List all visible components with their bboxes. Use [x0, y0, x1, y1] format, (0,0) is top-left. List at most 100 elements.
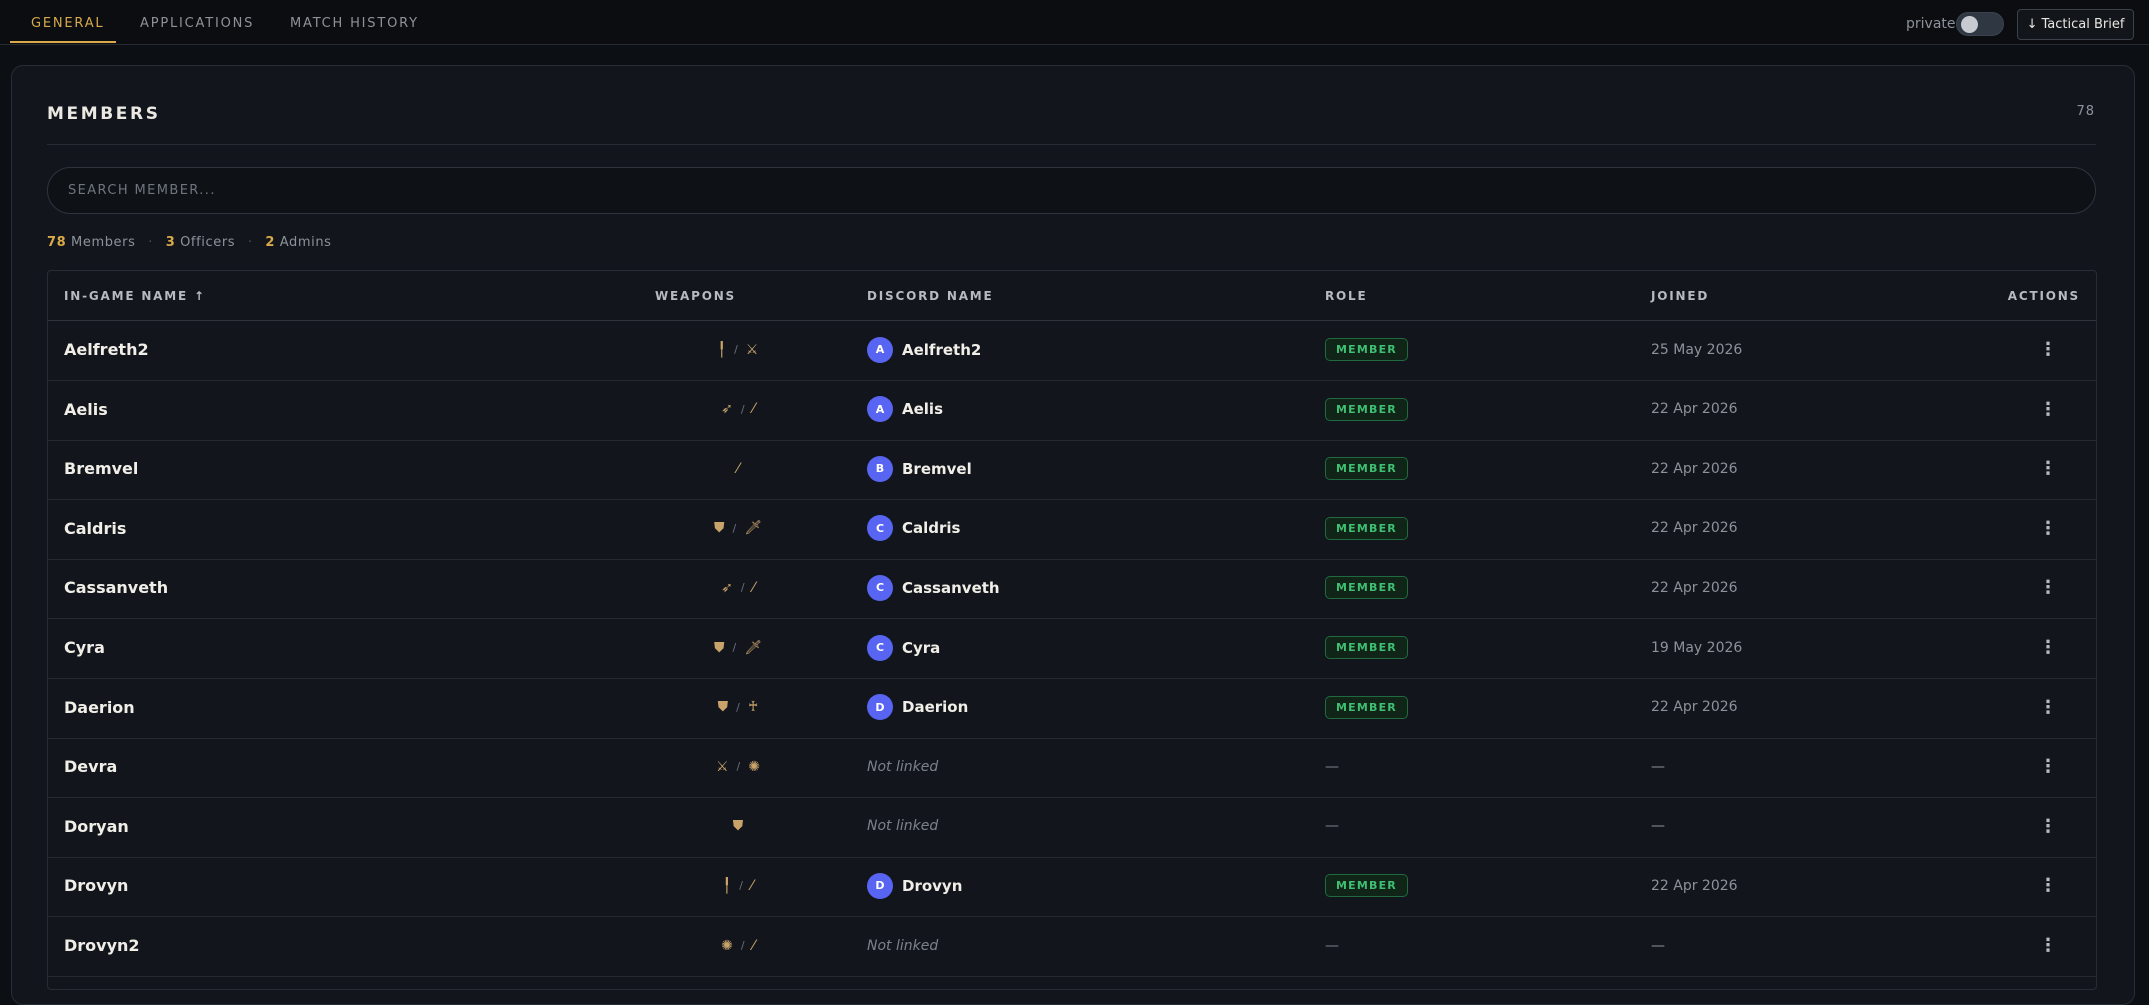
admins-stat-count: 2	[265, 235, 275, 250]
tab-general[interactable]: GENERAL	[31, 0, 104, 44]
row-actions-menu-icon[interactable]: ⋮	[2038, 916, 2058, 975]
row-actions-menu-icon[interactable]: ⋮	[2038, 380, 2058, 439]
role-cell: —	[1325, 797, 1339, 856]
weapon-separator: /	[736, 700, 740, 714]
avatar: C	[867, 515, 893, 542]
table-row[interactable]: Aelfreth2 ╿ / ⚔ A Aelfreth2 MEMBER 25 May 2026 ⋮	[48, 320, 2096, 381]
tactical-brief-button[interactable]: ↓ Tactical Brief	[2017, 9, 2134, 40]
role-cell: MEMBER	[1325, 320, 1408, 379]
role-cell: MEMBER	[1325, 380, 1408, 439]
table-row[interactable]: Cassanveth ➶ / ⁄ C Cassanveth MEMBER 22 Apr 202…	[48, 558, 2096, 620]
discord-cell: C Cyra	[867, 618, 940, 677]
tab-applications[interactable]: APPLICATIONS	[140, 0, 254, 44]
not-linked-label: Not linked	[867, 758, 939, 775]
discord-cell: D Daerion	[867, 678, 968, 737]
weapon-separator: /	[732, 641, 737, 654]
table-row[interactable]: Bremvel ⁄ B Bremvel MEMBER 22 Apr 2026 ⋮	[48, 439, 2096, 501]
top-tab-bar: GENERAL APPLICATIONS MATCH HISTORY priva…	[0, 0, 2149, 45]
staff-icon: ⁄	[750, 877, 754, 894]
row-actions-menu-icon[interactable]: ⋮	[2038, 797, 2058, 856]
officers-stat-label: Officers	[180, 235, 236, 250]
staff-icon: ⁄	[736, 460, 740, 477]
in-game-name: Doryan	[64, 816, 129, 836]
role-cell: MEMBER	[1325, 678, 1408, 737]
not-linked-label: Not linked	[867, 818, 939, 835]
joined-date: 22 Apr 2026	[1651, 699, 1738, 716]
joined-date: —	[1651, 937, 1665, 954]
in-game-name: Aelis	[64, 399, 108, 419]
table-row[interactable]: Aelis ➶ / ⁄ A Aelis MEMBER 22 Apr 2026 ⋮	[48, 380, 2096, 441]
staff-icon: ⁄	[752, 579, 755, 596]
role-badge: MEMBER	[1325, 576, 1408, 600]
role-cell: MEMBER	[1325, 558, 1408, 617]
weapons-cell: ⛊	[668, 797, 808, 856]
role-badge: MEMBER	[1325, 338, 1408, 361]
orb-icon: ✺	[721, 937, 733, 954]
table-row[interactable]: Doryan ⛊ Not linked — — ⋮	[48, 797, 2096, 858]
weapon-separator: /	[734, 343, 738, 356]
row-actions-menu-icon[interactable]: ⋮	[2038, 499, 2058, 558]
table-row[interactable]: Caldris ⛊ / 🗡 C Caldris MEMBER 22 Apr 2026 ⋮	[48, 499, 2096, 560]
discord-name: Caldris	[902, 519, 961, 538]
avatar: D	[867, 694, 893, 721]
table-row[interactable]: Drovyn2 ✺ / ⁄ Not linked — — ⋮	[48, 916, 2096, 977]
shield-icon: ⛊	[714, 639, 725, 656]
member-stats: 78 Members · 3 Officers · 2 Admins	[47, 235, 332, 250]
weapons-cell: ⛊ / ♰	[668, 678, 808, 737]
table-header: IN-GAME NAME ↑ WEAPONS DISCORD NAME ROLE…	[48, 271, 2096, 321]
bow-icon: ➶	[721, 579, 733, 596]
role-badge: MEMBER	[1325, 397, 1408, 421]
weapons-cell: ╿ / ⁄	[668, 856, 808, 915]
private-toggle[interactable]	[1956, 12, 2004, 36]
row-actions-menu-icon[interactable]: ⋮	[2038, 618, 2058, 677]
role-empty: —	[1325, 758, 1339, 775]
column-header-ign[interactable]: IN-GAME NAME ↑	[64, 289, 206, 303]
row-actions-menu-icon[interactable]: ⋮	[2038, 856, 2058, 915]
joined-date: —	[1651, 758, 1665, 775]
role-cell: MEMBER	[1325, 499, 1408, 558]
discord-name: Cyra	[902, 638, 941, 657]
staff-icon: ⁄	[752, 937, 755, 954]
in-game-name: Aelfreth2	[64, 340, 149, 359]
table-row[interactable]: Devra ⚔ / ✺ Not linked — — ⋮	[48, 737, 2096, 799]
role-empty: —	[1325, 818, 1339, 835]
shield-icon: ⛊	[717, 699, 729, 716]
role-cell: —	[1325, 737, 1339, 796]
in-game-name: Bremvel	[64, 459, 139, 479]
divider	[47, 144, 2096, 145]
download-arrow-icon: ↓	[2026, 17, 2038, 32]
discord-name: Aelfreth2	[902, 340, 982, 359]
table-row[interactable]: Drovyn ╿ / ⁄ D Drovyn MEMBER 22 Apr 2026 ⋮	[48, 856, 2096, 918]
avatar: C	[867, 574, 893, 601]
row-actions-menu-icon[interactable]: ⋮	[2038, 737, 2058, 796]
weapons-cell: ╿ / ⚔	[668, 320, 808, 379]
avatar: A	[867, 396, 893, 423]
role-badge: MEMBER	[1325, 874, 1408, 898]
table-row[interactable]: Daerion ⛊ / ♰ D Daerion MEMBER 22 Apr 2026 ⋮	[48, 678, 2096, 739]
tab-match-history[interactable]: MATCH HISTORY	[290, 0, 419, 44]
row-actions-menu-icon[interactable]: ⋮	[2038, 439, 2058, 498]
joined-date: 22 Apr 2026	[1651, 460, 1738, 477]
in-game-name: Cyra	[64, 638, 105, 657]
in-game-name: Cassanveth	[64, 578, 169, 598]
discord-name: Drovyn	[902, 876, 963, 895]
staff-icon: ⁄	[752, 401, 755, 418]
joined-date: 19 May 2026	[1651, 639, 1743, 656]
members-table: IN-GAME NAME ↑ WEAPONS DISCORD NAME ROLE…	[47, 270, 2097, 990]
row-actions-menu-icon[interactable]: ⋮	[2038, 320, 2058, 379]
row-actions-menu-icon[interactable]: ⋮	[2038, 678, 2058, 737]
role-badge: MEMBER	[1325, 636, 1408, 659]
table-row[interactable]: Cyra ⛊ / 🗡 C Cyra MEMBER 19 May 2026 ⋮	[48, 618, 2096, 679]
role-badge: MEMBER	[1325, 695, 1408, 719]
search-member-input[interactable]	[47, 167, 2096, 214]
role-cell: MEMBER	[1325, 439, 1408, 498]
column-header-ign-label: IN-GAME NAME	[64, 289, 189, 303]
toggle-knob	[1961, 16, 1978, 33]
admins-stat-label: Admins	[279, 235, 332, 250]
mace-icon: ♰	[747, 699, 759, 716]
row-actions-menu-icon[interactable]: ⋮	[2038, 558, 2058, 617]
weapon-separator: /	[740, 939, 745, 952]
orb-icon: ✺	[748, 758, 760, 775]
column-header-joined: JOINED	[1651, 289, 1710, 303]
discord-cell: A Aelis	[867, 380, 943, 439]
